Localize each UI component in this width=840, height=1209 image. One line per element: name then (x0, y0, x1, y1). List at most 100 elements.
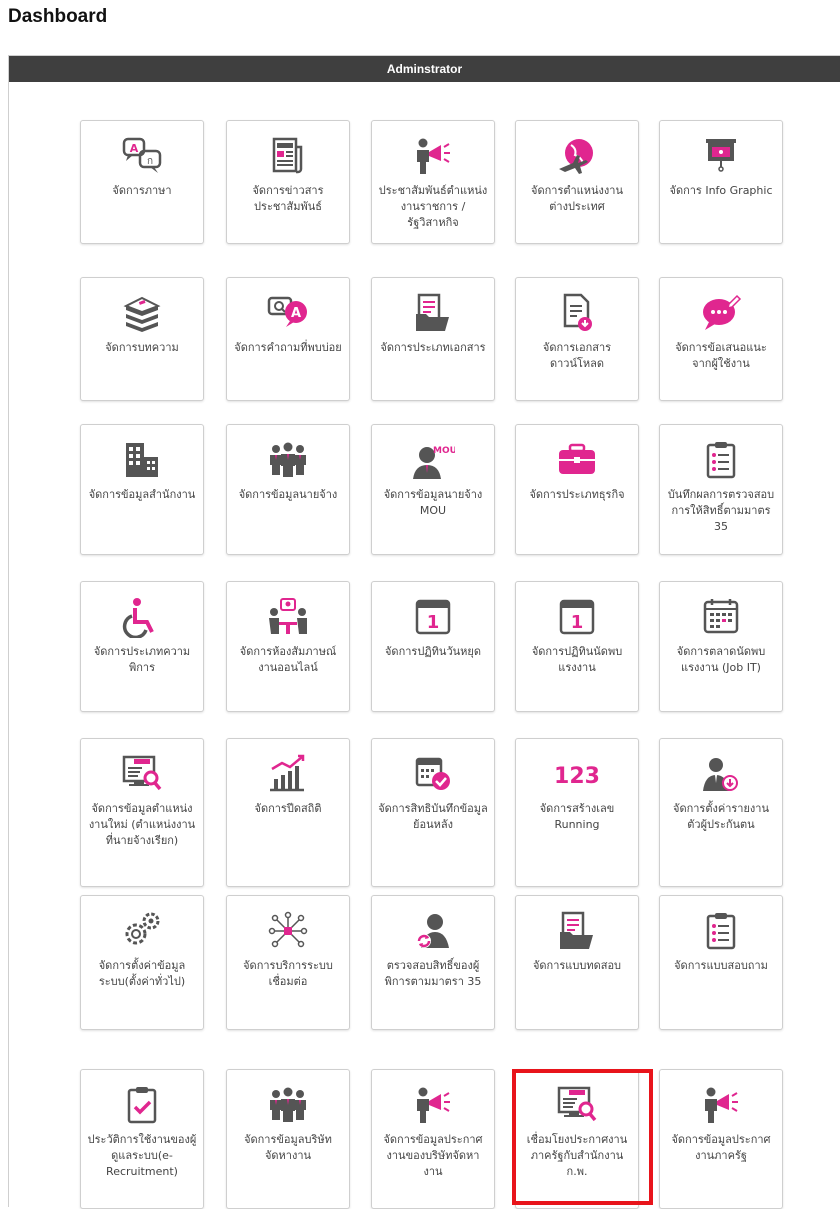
employers-group-icon (266, 439, 310, 481)
employers-group-icon (266, 1084, 310, 1126)
faq-chat-icon: A (266, 292, 310, 334)
tile-label: ตรวจสอบสิทธิ์ของผู้พิการตามมาตรา 35 (384, 959, 482, 988)
tile-label: จัดการคำถามที่พบบ่อย (234, 341, 342, 354)
megaphone-icon (699, 1084, 743, 1126)
megaphone-icon (411, 135, 455, 177)
dashboard-tile[interactable]: เชื่อมโยงประกาศงานภาครัฐกับสำนักงาน ก.พ. (515, 1069, 639, 1209)
tile-label: จัดการแบบทดสอบ (532, 959, 622, 972)
job-search-screen-icon (120, 753, 164, 795)
dashboard-tile[interactable]: จัดการข้อมูลประกาศงานของบริษัทจัดหางาน (371, 1069, 495, 1209)
dashboard-tile[interactable]: จัดการห้องสัมภาษณ์งานออนไลน์ (226, 581, 350, 712)
dashboard-tile[interactable]: จัดการตลาดนัดพบแรงงาน (Job IT) (659, 581, 783, 712)
projector-screen-icon (699, 135, 743, 177)
user-download-icon (699, 753, 743, 795)
tile-label: จัดการเอกสารดาวน์โหลด (542, 341, 612, 370)
tile-label: จัดการ Info Graphic (669, 184, 773, 197)
calendar-check-icon (411, 753, 455, 795)
dashboard-tile[interactable]: MOU จัดการข้อมูลนายจ้าง MOU (371, 424, 495, 555)
tile-label: จัดการบทความ (105, 341, 179, 354)
books-icon (120, 292, 164, 334)
dashboard-tile[interactable]: จัดการประเภทเอกสาร (371, 277, 495, 401)
feedback-bubble-icon (699, 292, 743, 334)
tile-label: จัดการตั้งค่าข้อมูลระบบ(ตั้งค่าทั่วไป) (98, 959, 186, 988)
dashboard-tile[interactable]: จัดการแบบสอบถาม (659, 895, 783, 1030)
tile-label: จัดการประเภทเอกสาร (380, 341, 486, 354)
svg-text:MOU: MOU (433, 446, 455, 456)
tile-label: จัดการห้องสัมภาษณ์งานออนไลน์ (239, 645, 337, 674)
dashboard-tile[interactable]: 1 จัดการปฏิทินนัดพบแรงงาน (515, 581, 639, 712)
dashboard-tile[interactable]: บันทึกผลการตรวจสอบการให้สิทธิ์ตามมาตร 35 (659, 424, 783, 555)
mou-employer-icon: MOU (411, 439, 457, 481)
dashboard-tile[interactable]: จัดการปีดสถิติ (226, 738, 350, 887)
office-building-icon (120, 439, 164, 481)
tile-label: เชื่อมโยงประกาศงานภาครัฐกับสำนักงาน ก.พ. (526, 1133, 628, 1178)
gears-icon (120, 910, 164, 952)
tile-label: จัดการข้อมูลสำนักงาน (88, 488, 196, 501)
dashboard-tile[interactable]: A จัดการคำถามที่พบบ่อย (226, 277, 350, 401)
dashboard-tile[interactable]: ตรวจสอบสิทธิ์ของผู้พิการตามมาตรา 35 (371, 895, 495, 1030)
svg-text:1: 1 (571, 612, 584, 633)
tile-label: จัดการข้อมูลประกาศงานของบริษัทจัดหางาน (383, 1133, 483, 1178)
dashboard-tile[interactable]: จัดการบทความ (80, 277, 204, 401)
tile-label: จัดการข้อมูลนายจ้าง MOU (383, 488, 483, 517)
user-refresh-icon (411, 910, 455, 952)
panel-header: Adminstrator (9, 56, 840, 82)
dashboard-tile[interactable]: จัดการข้อมูลตำแหน่งงานใหม่ (ตำแหน่งงานที… (80, 738, 204, 887)
dashboard-tile[interactable]: จัดการเอกสารดาวน์โหลด (515, 277, 639, 401)
dashboard-tile[interactable]: จัดการข้อมูลสำนักงาน (80, 424, 204, 555)
dashboard-tile[interactable]: จัดการตั้งค่าข้อมูลระบบ(ตั้งค่าทั่วไป) (80, 895, 204, 1030)
bar-chart-icon (266, 753, 310, 795)
tile-label: จัดการปฏิทินนัดพบแรงงาน (531, 645, 623, 674)
calendar-1-icon: 1 (411, 596, 455, 638)
dashboard-tile[interactable]: A กจัดการภาษา (80, 120, 204, 244)
tile-label: จัดการภาษา (112, 184, 172, 197)
dashboard-tile[interactable]: 123 จัดการสร้างเลข Running (515, 738, 639, 887)
tile-label: จัดการปฏิทินวันหยุด (384, 645, 481, 658)
tile-label: ประวัติการใช้งานของผู้ดูแลระบบ(e-Recruit… (87, 1133, 197, 1178)
interview-room-icon (266, 596, 310, 638)
svg-text:A: A (291, 306, 301, 321)
dashboard-tile[interactable]: ประวัติการใช้งานของผู้ดูแลระบบ(e-Recruit… (80, 1069, 204, 1209)
tile-label: จัดการข่าวสารประชาสัมพันธ์ (252, 184, 324, 213)
svg-text:A: A (130, 142, 139, 155)
dashboard-tile[interactable]: จัดการข่าวสารประชาสัมพันธ์ (226, 120, 350, 244)
megaphone-icon (411, 1084, 455, 1126)
briefcase-icon (555, 439, 599, 481)
clipboard-check-icon (120, 1084, 164, 1126)
tile-label: จัดการประเภทความพิการ (93, 645, 191, 674)
dashboard-tile[interactable]: จัดการข้อมูลบริษัทจัดหางาน (226, 1069, 350, 1209)
dashboard-tile[interactable]: จัดการแบบทดสอบ (515, 895, 639, 1030)
tile-label: จัดการข้อเสนอแนะจากผู้ใช้งาน (675, 341, 767, 370)
clipboard-list-icon (699, 910, 743, 952)
globe-plane-icon (555, 135, 599, 177)
dashboard-tile[interactable]: จัดการตั้งค่ารายงานตัวผู้ประกันตน (659, 738, 783, 887)
dashboard-tile[interactable]: 1 จัดการปฏิทินวันหยุด (371, 581, 495, 712)
tile-label: จัดการตลาดนัดพบแรงงาน (Job IT) (676, 645, 766, 674)
dashboard-tile[interactable]: จัดการข้อมูลประกาศงานภาครัฐ (659, 1069, 783, 1209)
tile-label: จัดการข้อมูลประกาศงานภาครัฐ (671, 1133, 771, 1162)
dashboard-tile[interactable]: จัดการประเภทความพิการ (80, 581, 204, 712)
tile-label: จัดการตั้งค่ารายงานตัวผู้ประกันตน (673, 802, 769, 831)
newspaper-icon (266, 135, 310, 177)
tile-label: จัดการปีดสถิติ (254, 802, 322, 815)
dashboard-tile[interactable]: จัดการ Info Graphic (659, 120, 783, 244)
dashboard-tile[interactable]: ประชาสัมพันธ์ตำแหน่งงานราชการ / รัฐวิสาห… (371, 120, 495, 244)
network-nodes-icon (266, 910, 310, 952)
tile-label: จัดการข้อมูลนายจ้าง (238, 488, 338, 501)
tile-label: จัดการบริการระบบเชื่อมต่อ (243, 959, 333, 988)
dashboard-tile[interactable]: จัดการประเภทธุรกิจ (515, 424, 639, 555)
tile-label: ประชาสัมพันธ์ตำแหน่งงานราชการ / รัฐวิสาห… (378, 184, 488, 229)
tile-label: จัดการแบบสอบถาม (674, 959, 768, 972)
dashboard-tile[interactable]: จัดการบริการระบบเชื่อมต่อ (226, 895, 350, 1030)
dashboard-tile[interactable]: จัดการข้อมูลนายจ้าง (226, 424, 350, 555)
dashboard-tile[interactable]: จัดการตำแหน่งงานต่างประเทศ (515, 120, 639, 244)
document-folder-icon (555, 910, 599, 952)
dashboard-tile[interactable]: จัดการข้อเสนอแนะจากผู้ใช้งาน (659, 277, 783, 401)
dashboard-tile[interactable]: จัดการสิทธิบันทึกข้อมูลย้อนหลัง (371, 738, 495, 887)
tile-label: จัดการสิทธิบันทึกข้อมูลย้อนหลัง (378, 802, 488, 831)
svg-text:123: 123 (555, 764, 599, 789)
job-search-screen-icon (555, 1084, 599, 1126)
tile-label: จัดการข้อมูลบริษัทจัดหางาน (244, 1133, 332, 1162)
tile-label: จัดการข้อมูลตำแหน่งงานใหม่ (ตำแหน่งงานที… (88, 802, 196, 847)
tile-label: จัดการตำแหน่งงานต่างประเทศ (531, 184, 623, 213)
